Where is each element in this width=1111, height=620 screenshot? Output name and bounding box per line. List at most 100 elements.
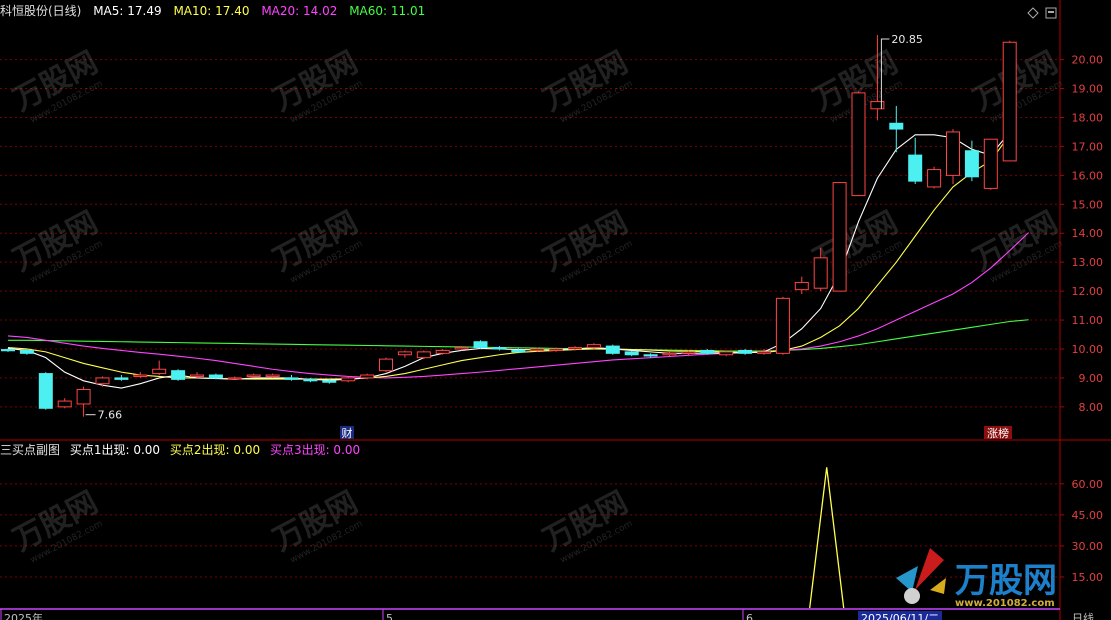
candle-body bbox=[341, 377, 356, 382]
candle-body bbox=[76, 388, 91, 405]
price-tick-label: 8.00 bbox=[1079, 401, 1104, 414]
indicator-tick-label: 30.00 bbox=[1072, 540, 1104, 553]
stock-title[interactable]: 科恒股份(日线) bbox=[0, 4, 81, 18]
candle-body bbox=[171, 370, 186, 380]
candle-body bbox=[322, 380, 337, 383]
candle-body bbox=[624, 351, 639, 356]
candle-body bbox=[416, 351, 431, 359]
window-toggle-icon[interactable] bbox=[1045, 4, 1057, 19]
price-tick-label: 16.00 bbox=[1072, 169, 1104, 182]
indicator-tick-label: 45.00 bbox=[1072, 509, 1104, 522]
candle bbox=[492, 346, 507, 351]
event-zhangbang-text: 涨榜 bbox=[987, 426, 1009, 440]
candle-body bbox=[303, 378, 318, 382]
candle bbox=[133, 372, 148, 378]
candle-body bbox=[435, 349, 450, 354]
indicator-name[interactable]: 三买点副图 bbox=[0, 443, 60, 457]
candle-body bbox=[794, 281, 809, 291]
watermark: 万股网www.201082.com bbox=[268, 45, 365, 126]
candle-body bbox=[530, 348, 545, 351]
candle-body bbox=[813, 257, 828, 289]
time-start-label: 2025年 bbox=[4, 611, 43, 620]
candle bbox=[983, 138, 998, 190]
diamond-icon[interactable] bbox=[1027, 4, 1039, 19]
candle-body bbox=[397, 351, 412, 356]
candle-body bbox=[473, 341, 488, 349]
candle bbox=[227, 376, 242, 380]
candle bbox=[76, 386, 91, 417]
time-mark-may: 5 bbox=[386, 612, 393, 620]
candle-body bbox=[681, 351, 696, 354]
candle-body bbox=[946, 131, 960, 176]
period-label: 日线 bbox=[1072, 611, 1094, 620]
candle-body bbox=[586, 344, 601, 349]
watermark: 万股网www.201082.com bbox=[968, 45, 1065, 126]
candle bbox=[397, 350, 412, 358]
price-tick-label: 10.00 bbox=[1072, 343, 1104, 356]
high-price-label: 20.85 bbox=[891, 33, 923, 46]
candle bbox=[57, 398, 72, 409]
candle-body bbox=[964, 150, 979, 178]
indicator-tick-label: 15.00 bbox=[1072, 571, 1104, 584]
candle-body bbox=[983, 138, 998, 189]
candle bbox=[246, 373, 261, 378]
low-price-label: 7.66 bbox=[98, 409, 123, 422]
candle bbox=[38, 372, 53, 410]
price-axis: 20.00 19.00 18.00 17.00 16.00 15.00 14.00 13.00… bbox=[1060, 54, 1103, 584]
logo-coin bbox=[904, 588, 920, 604]
candle-body bbox=[870, 101, 885, 110]
indicator-panel bbox=[809, 467, 845, 609]
candle bbox=[851, 91, 866, 197]
price-tick-label: 13.00 bbox=[1072, 256, 1104, 269]
buy3-label: 买点3出现: 0.00 bbox=[269, 443, 361, 457]
candle-body bbox=[379, 358, 393, 372]
brand-logo: 万股网www.201082.com bbox=[896, 548, 1057, 609]
price-tick-label: 15.00 bbox=[1072, 198, 1104, 211]
candle-body bbox=[133, 374, 148, 377]
price-tick-label: 17.00 bbox=[1072, 140, 1104, 153]
candle bbox=[738, 348, 753, 355]
price-tick-label: 11.00 bbox=[1072, 314, 1104, 327]
cursor-date-label: 2025/06/11/二 bbox=[861, 612, 939, 620]
ma60-line bbox=[8, 319, 1029, 352]
watermark: 万股网www.201082.com bbox=[8, 205, 105, 286]
candle bbox=[171, 369, 186, 381]
candle bbox=[908, 137, 923, 185]
candle-body bbox=[152, 368, 167, 375]
price-chart-canvas[interactable]: 万股网www.201082.com 万股网www.201082.com 万股网www… bbox=[0, 0, 1111, 620]
candle-body bbox=[246, 374, 261, 377]
buy1-label: 买点1出现: 0.00 bbox=[69, 443, 161, 457]
indicator-header: 三买点副图 买点1出现: 0.00 买点2出现: 0.00 买点3出现: 0.0… bbox=[0, 441, 1060, 459]
candle-body bbox=[662, 352, 677, 356]
logo-text: 万股网 bbox=[955, 561, 1057, 601]
candle-body bbox=[1002, 41, 1017, 162]
ma60-label: MA60: 11.01 bbox=[349, 4, 426, 18]
candle-body bbox=[95, 377, 110, 385]
candle bbox=[284, 375, 299, 381]
candle bbox=[605, 344, 620, 355]
candle-body bbox=[360, 374, 375, 379]
watermark: 万股网www.201082.com bbox=[968, 205, 1065, 286]
candle-body bbox=[227, 377, 242, 380]
candle bbox=[152, 360, 167, 376]
candle-body bbox=[57, 400, 72, 408]
candle-body bbox=[605, 345, 620, 354]
watermark: 万股网www.201082.com bbox=[8, 45, 105, 126]
watermark: 万股网www.201082.com bbox=[268, 485, 365, 566]
candle-body bbox=[908, 154, 923, 182]
candle-body bbox=[775, 297, 790, 354]
candle-body bbox=[832, 182, 847, 292]
candle-body bbox=[208, 374, 223, 379]
candle-body bbox=[284, 377, 299, 380]
candle bbox=[946, 129, 960, 185]
watermark: 万股网www.201082.com bbox=[538, 45, 635, 126]
stock-chart-window: 万股网 www.201082.com 万股网 www.201082.com 万股网 www… bbox=[0, 0, 1111, 620]
candle-body bbox=[511, 349, 526, 353]
candle bbox=[473, 340, 488, 349]
candle-body bbox=[492, 347, 507, 350]
ma5-label: MA5: 17.49 bbox=[93, 4, 162, 18]
candle-body bbox=[643, 354, 658, 357]
price-tick-label: 18.00 bbox=[1072, 111, 1104, 124]
logo-url: www.201082.com bbox=[955, 598, 1055, 609]
candle-body bbox=[700, 349, 715, 354]
